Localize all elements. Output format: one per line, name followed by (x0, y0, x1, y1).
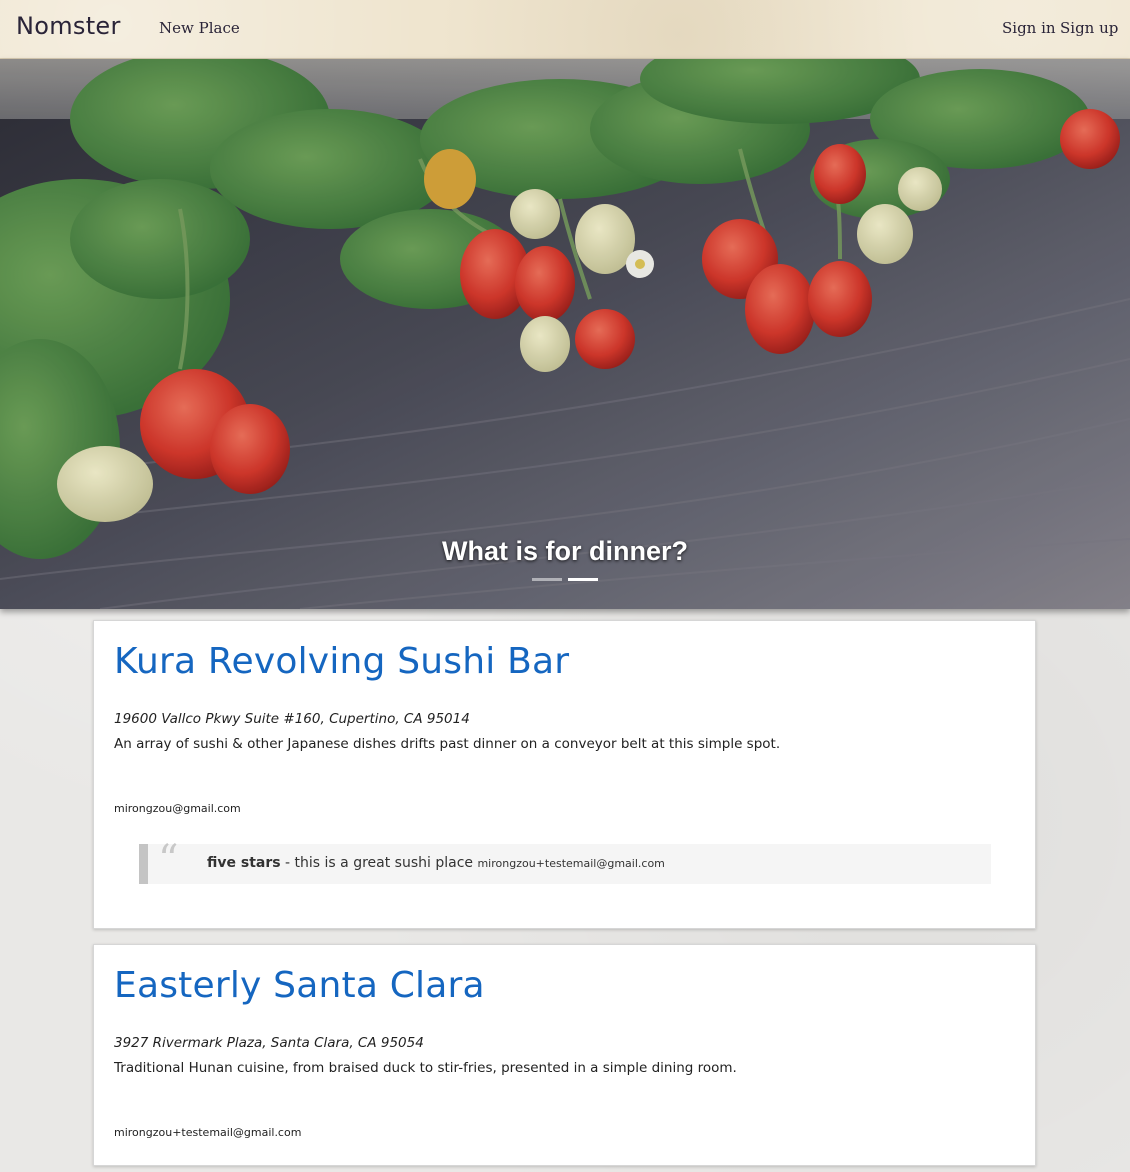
place-owner-email: mirongzou+testemail@gmail.com (114, 1126, 302, 1139)
place-description: Traditional Hunan cuisine, from braised … (114, 1060, 737, 1076)
navbar: Nomster New Place Sign in Sign up (0, 0, 1130, 59)
carousel-indicator-2[interactable] (568, 578, 598, 581)
place-title-link[interactable]: Kura Revolving Sushi Bar (114, 641, 569, 682)
place-card: Easterly Santa Clara 3927 Rivermark Plaz… (93, 944, 1036, 1166)
hero-caption: What is for dinner? (442, 536, 688, 566)
place-address: 3927 Rivermark Plaza, Santa Clara, CA 95… (114, 1035, 424, 1051)
carousel-indicator-1[interactable] (532, 578, 562, 581)
place-description: An array of sushi & other Japanese dishe… (114, 736, 781, 752)
place-card: Kura Revolving Sushi Bar 19600 Vallco Pk… (93, 620, 1036, 929)
place-title-link[interactable]: Easterly Santa Clara (114, 965, 485, 1006)
hero-carousel: What is for dinner? (0, 59, 1130, 609)
comment-text: five stars - this is a great sushi place… (207, 855, 665, 871)
nav-new-place-link[interactable]: New Place (159, 19, 240, 37)
nav-sign-in-link[interactable]: Sign in (1002, 19, 1056, 37)
comment-blockquote: “ five stars - this is a great sushi pla… (139, 840, 991, 884)
comment-rating: five stars (207, 855, 281, 871)
place-address: 19600 Vallco Pkwy Suite #160, Cupertino,… (114, 711, 470, 727)
brand-logo[interactable]: Nomster (16, 12, 121, 40)
place-owner-email: mirongzou@gmail.com (114, 802, 241, 815)
comment-message: - this is a great sushi place (280, 855, 478, 871)
quote-icon: “ (158, 837, 179, 883)
comment-author: mirongzou+testemail@gmail.com (477, 857, 665, 870)
nav-sign-up-link[interactable]: Sign up (1060, 19, 1118, 37)
hero-image-strawberries (0, 59, 1130, 609)
carousel-indicators (0, 578, 1130, 581)
